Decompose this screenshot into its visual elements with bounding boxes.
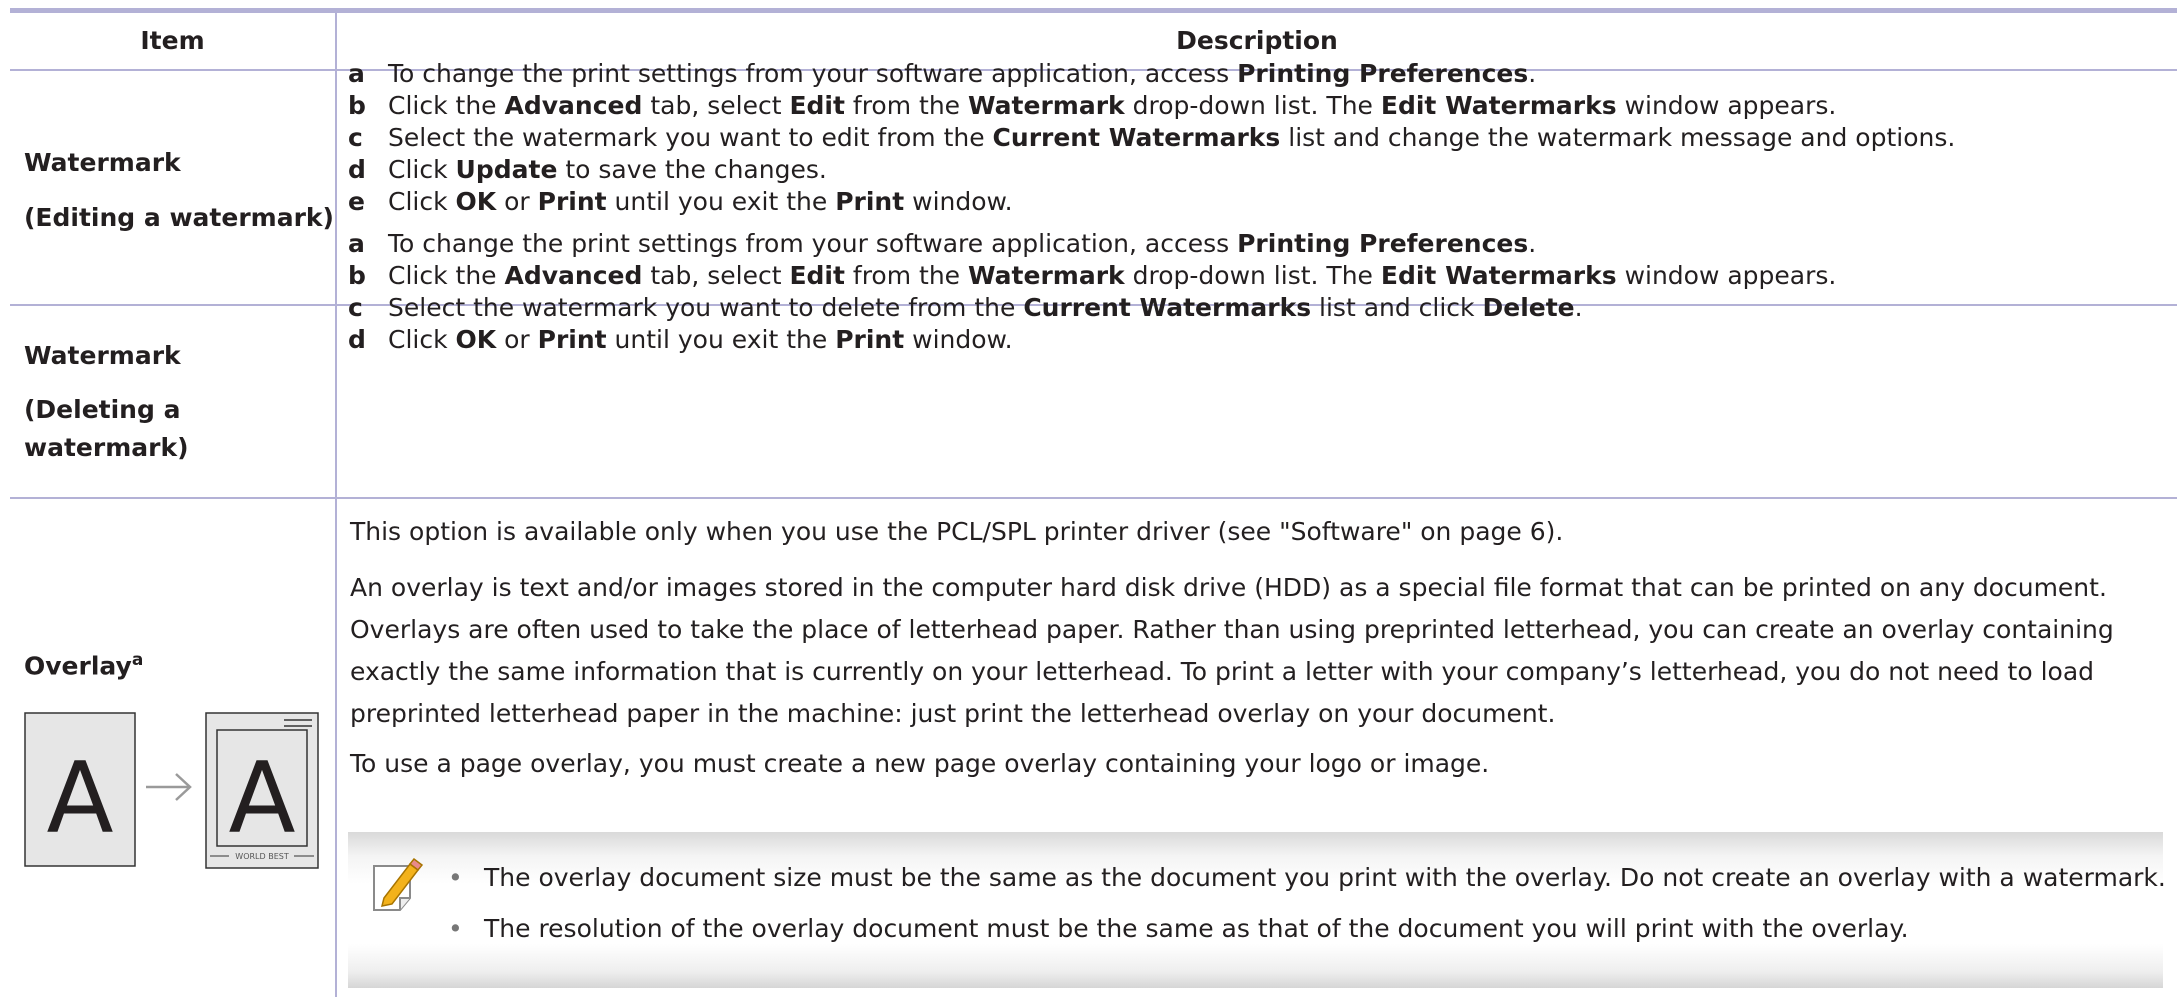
note-bullet: • The overlay document size must be the s… — [448, 856, 2166, 900]
ui-term: OK — [455, 187, 497, 216]
bullet-glyph: • — [448, 914, 463, 943]
ui-term: Current Watermarks — [1023, 293, 1312, 322]
step-text: until you exit the — [606, 187, 836, 216]
row-item-subtitle: (Editing a watermark) — [24, 203, 334, 232]
step-text: Click — [388, 325, 456, 354]
row-item-title: Watermark — [24, 341, 181, 370]
arrow-right-icon — [146, 773, 192, 801]
paragraph: This option is available only when you u… — [350, 517, 1564, 546]
plain-page-letter: A — [46, 742, 113, 856]
note-pencil-icon — [373, 858, 424, 911]
ui-term: Delete — [1482, 293, 1575, 322]
step-text: or — [496, 187, 538, 216]
step-text: Click — [388, 187, 456, 216]
note-bullet-text: The resolution of the overlay document m… — [484, 914, 1909, 943]
paragraph: To use a page overlay, you must create a… — [350, 749, 1490, 778]
step-d: d Click OK or Print until you exit the Pr… — [348, 318, 1013, 362]
manual-page: Item Description Watermark (Editing a wa… — [0, 0, 2177, 997]
step-text: until you exit the — [606, 325, 836, 354]
overlay-page-letter: A — [228, 742, 295, 856]
ui-term: Print — [835, 325, 905, 354]
step-text: or — [496, 325, 538, 354]
column-divider — [335, 13, 337, 997]
step-text: window. — [904, 187, 1013, 216]
overlay-illustration: A A WORLD BEST — [24, 712, 319, 869]
step-e: e Click OK or Print until you exit the Pr… — [348, 180, 1013, 224]
step-text: . — [1574, 293, 1583, 322]
step-text: window appears. — [1616, 261, 1837, 290]
ui-term: Print — [537, 325, 607, 354]
overlay-title: Overlay — [24, 651, 132, 681]
step-letter: e — [348, 187, 365, 216]
note-bullet: • The resolution of the overlay document … — [448, 907, 1909, 951]
row-rule — [10, 497, 2177, 499]
row-item-title: Watermark — [24, 148, 181, 177]
note-bullet-text: The overlay document size must be the sa… — [484, 863, 2166, 892]
step-text: list and change the watermark message an… — [1280, 123, 1956, 152]
paragraph: An overlay is text and/or images stored … — [350, 573, 2114, 728]
header-item: Item — [140, 26, 205, 55]
overlay-footer-text: WORLD BEST — [235, 852, 289, 861]
bullet-glyph: • — [448, 863, 463, 892]
row-item-subtitle-cont: watermark) — [24, 433, 189, 462]
row-item-title: Overlaya — [24, 638, 143, 688]
step-text: list and click — [1311, 293, 1483, 322]
ui-term: Print — [537, 187, 607, 216]
ui-term: OK — [455, 325, 497, 354]
step-letter: d — [348, 325, 366, 354]
step-text: window. — [904, 325, 1013, 354]
ui-term: Current Watermarks — [992, 123, 1281, 152]
footnote-marker: a — [131, 650, 144, 670]
ui-term: Print — [835, 187, 905, 216]
